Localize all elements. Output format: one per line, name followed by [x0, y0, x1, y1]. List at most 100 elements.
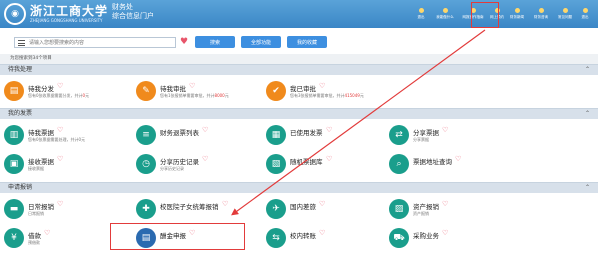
favorite-heart-icon[interactable]: ♡ [455, 155, 461, 163]
card-subtitle: 您有3张报销单需要审批，共计415049元 [290, 93, 364, 99]
favorite-heart-icon[interactable]: ♡ [57, 82, 63, 90]
section-header[interactable]: 我的发票 ⌃ [0, 108, 598, 119]
favorite-heart-icon[interactable]: ♡ [319, 229, 325, 237]
function-card[interactable]: ⇄ 分享票据 ♡ 分享票据 [385, 123, 525, 149]
function-card[interactable]: ▣ 接收票据 ♡ 接收票据 [0, 152, 140, 178]
function-card[interactable]: ✚ 校医院子女统筹报销 ♡ [132, 197, 272, 223]
favorite-heart-icon[interactable]: ♡ [57, 126, 63, 134]
all-functions-button[interactable]: 全部功能 [241, 36, 281, 48]
favorite-heart-icon[interactable]: ♡ [442, 229, 448, 237]
card-unit: 元 [359, 93, 364, 98]
portal-title-line2: 综合信息门户 [112, 12, 154, 20]
favorite-heart-icon[interactable]: ♡ [57, 200, 63, 208]
search-doc-icon: ⌕ [389, 154, 409, 174]
university-name: 浙江工商大学 [30, 4, 109, 18]
favorite-heart-icon[interactable]: ♡ [57, 155, 63, 163]
function-card[interactable]: ⌕ 票据地址查询 ♡ [385, 152, 525, 178]
function-card[interactable]: ⇆ 校内转账 ♡ [262, 226, 402, 252]
favorite-heart-icon[interactable]: ♡ [326, 155, 332, 163]
top-nav-item[interactable]: 财务新闻 [508, 2, 526, 26]
menu-icon[interactable] [18, 40, 25, 46]
top-nav-item[interactable]: 退出 [576, 2, 594, 26]
card-subtitle: 分享历史记录 [160, 166, 184, 172]
function-card[interactable]: ✈ 国内差旅 ♡ [262, 197, 402, 223]
portal-title-line1: 财务处 [112, 3, 133, 11]
history-icon: ◷ [136, 154, 156, 174]
favorite-heart-icon[interactable]: ♡ [326, 126, 332, 134]
card-subtitle-text: 分享历史记录 [160, 166, 184, 171]
collapse-chevron-icon[interactable]: ⌃ [585, 65, 590, 75]
top-nav-item[interactable]: 财务咨询 [528, 2, 554, 26]
card-subtitle-text: 您有3张报销单需要审批，共计 [290, 93, 345, 98]
function-card[interactable]: ✎ 待我审批 ♡ 您有1张报销单需要审批，共计8000元 [132, 79, 272, 105]
card-subtitle: 分享票据 [413, 137, 429, 143]
result-count: 为您搜索到34个项目 [10, 56, 52, 61]
card-unit: 元 [85, 93, 90, 98]
section-title: 我的发票 [8, 110, 33, 117]
card-subtitle-text: 日常报销 [28, 211, 44, 216]
card-title: 已使用发票 [290, 129, 323, 137]
card-title: 校内转账 [290, 232, 316, 240]
card-title: 资产报销 [413, 203, 439, 211]
function-card[interactable]: ▥ 待我票据 ♡ 您有0张票据需要处理，共计0元 [0, 123, 140, 149]
favorite-heart-icon[interactable]: ♡ [202, 126, 208, 134]
card-subtitle-text: 您有0张收票据需要分发，共计 [28, 93, 83, 98]
search-input[interactable] [15, 38, 155, 47]
card-title: 待我分发 [28, 85, 54, 93]
top-nav-label: 我能做什么 [436, 15, 454, 19]
card-subtitle: 您有1张报销单需要审批，共计8000元 [160, 93, 229, 99]
section-header[interactable]: 申请报销 ⌃ [0, 182, 598, 193]
section-header[interactable]: 待我处理 ⌃ [0, 64, 598, 75]
favorite-heart-icon[interactable]: ♡ [189, 82, 195, 90]
function-card[interactable]: ≡ 财务退票列表 ♡ [132, 123, 272, 149]
doc-icon: ▤ [4, 81, 24, 101]
collapse-chevron-icon[interactable]: ⌃ [585, 109, 590, 119]
card-title: 日常报销 [28, 203, 54, 211]
collapse-chevron-icon[interactable]: ⌃ [585, 183, 590, 193]
highlight-box-payroll [110, 223, 245, 250]
function-card[interactable]: ▤ 待我分发 ♡ 您有0张收票据需要分发，共计0元 [0, 79, 140, 105]
nav-dot-icon [442, 8, 448, 13]
favorite-heart-icon[interactable]: ♡ [202, 155, 208, 163]
card-subtitle: 接收票据 [28, 166, 44, 172]
function-card[interactable]: ▧ 随机票据库 ♡ [262, 152, 402, 178]
section-title: 待我处理 [8, 66, 33, 73]
card-subtitle-text: 资产报销 [413, 211, 429, 216]
top-nav-item[interactable]: 退出 [412, 2, 430, 26]
search-row: ♥ 搜索 全部功能 我的收藏 [0, 28, 598, 54]
favorite-heart-icon[interactable]: ♥ [180, 37, 188, 47]
top-nav-label: 财务新闻 [510, 15, 524, 19]
nav-dot-icon [418, 8, 424, 13]
function-card[interactable]: ◷ 分享历史记录 ♡ 分享历史记录 [132, 152, 272, 178]
card-subtitle-text: 分享票据 [413, 137, 429, 142]
card-unit: 元 [224, 93, 229, 98]
highlight-box-top-nav [471, 2, 499, 28]
favorite-heart-icon[interactable]: ♡ [442, 126, 448, 134]
card-amount: 415049 [344, 93, 360, 98]
top-nav-label: 退出 [417, 15, 425, 19]
function-card[interactable]: ✔ 我已审批 ♡ 您有3张报销单需要审批，共计415049元 [262, 79, 402, 105]
favorite-heart-icon[interactable]: ♡ [442, 200, 448, 208]
transfer-icon: ⇆ [266, 228, 286, 248]
my-favorites-button[interactable]: 我的收藏 [287, 36, 327, 48]
section-title: 申请报销 [8, 184, 33, 191]
favorite-heart-icon[interactable]: ♡ [319, 200, 325, 208]
card-title: 国内差旅 [290, 203, 316, 211]
nav-dot-icon [514, 8, 520, 13]
card-title: 随机票据库 [290, 158, 323, 166]
function-card[interactable]: ▬ 日常报销 ♡ 日常报销 [0, 197, 140, 223]
top-nav-item[interactable]: 常见问题 [556, 2, 574, 26]
favorite-heart-icon[interactable]: ♡ [44, 229, 50, 237]
nav-dot-icon [538, 8, 544, 13]
receipt-icon: ▥ [4, 125, 24, 145]
function-card[interactable]: ▨ 资产报销 ♡ 资产报销 [385, 197, 525, 223]
function-card[interactable]: ⛟ 采购业务 ♡ [385, 226, 525, 252]
top-nav-item[interactable]: 我能做什么 [432, 2, 458, 26]
search-button[interactable]: 搜索 [195, 36, 235, 48]
card-title: 借款 [28, 232, 41, 240]
favorite-heart-icon[interactable]: ♡ [319, 82, 325, 90]
favorite-heart-icon[interactable]: ♡ [222, 200, 228, 208]
function-card[interactable]: ▦ 已使用发票 ♡ [262, 123, 402, 149]
nav-dot-icon [562, 8, 568, 13]
header-bar: ◉ 浙江工商大学 ZHEJIANG GONGSHANG UNIVERSITY 财… [0, 0, 598, 28]
